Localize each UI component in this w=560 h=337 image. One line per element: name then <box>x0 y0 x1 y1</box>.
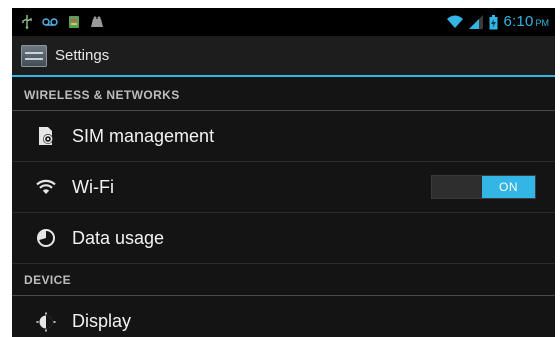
action-bar: Settings <box>12 36 555 77</box>
wifi-toggle-state: ON <box>482 176 535 198</box>
clock-ampm: PM <box>535 18 550 28</box>
settings-item-wifi[interactable]: Wi-Fi ON <box>12 162 555 213</box>
section-header-wireless-networks: WIRELESS & NETWORKS <box>12 79 555 111</box>
wifi-toggle[interactable]: ON <box>431 175 536 199</box>
status-bar: 6:10 PM <box>12 8 555 36</box>
settings-item-label: SIM management <box>72 125 215 146</box>
settings-item-label: Wi-Fi <box>72 176 114 197</box>
sim-management-icon <box>36 126 56 146</box>
page-title: Settings <box>55 47 110 64</box>
screenshot-canvas: 6:10 PM Settings WIRELESS & NETWORKS SIM … <box>0 0 560 337</box>
section-header-device: DEVICE <box>12 264 555 296</box>
data-usage-icon <box>36 228 56 248</box>
clock-time: 6:10 <box>503 13 534 30</box>
usb-icon <box>22 15 32 29</box>
settings-list: WIRELESS & NETWORKS SIM management Wi-Fi… <box>12 79 555 337</box>
wifi-icon <box>36 177 56 197</box>
status-system-icons: 6:10 PM <box>446 13 550 31</box>
clock: 6:10 PM <box>504 13 550 31</box>
settings-item-display[interactable]: Display <box>12 296 555 337</box>
wifi-signal-icon <box>446 15 463 29</box>
battery-icon <box>489 14 498 30</box>
android-device-screen: 6:10 PM Settings WIRELESS & NETWORKS SIM … <box>12 8 555 337</box>
status-notifications <box>22 15 104 29</box>
settings-app-icon[interactable] <box>21 44 47 67</box>
display-icon <box>36 312 56 332</box>
notification-icon <box>90 16 104 28</box>
settings-item-data-usage[interactable]: Data usage <box>12 213 555 264</box>
settings-item-label: Data usage <box>72 227 165 248</box>
cell-signal-icon <box>468 15 483 29</box>
settings-item-label: Display <box>72 311 132 331</box>
voicemail-icon <box>42 17 58 27</box>
settings-item-sim-management[interactable]: SIM management <box>12 111 555 162</box>
sim-toolkit-icon <box>68 15 80 29</box>
